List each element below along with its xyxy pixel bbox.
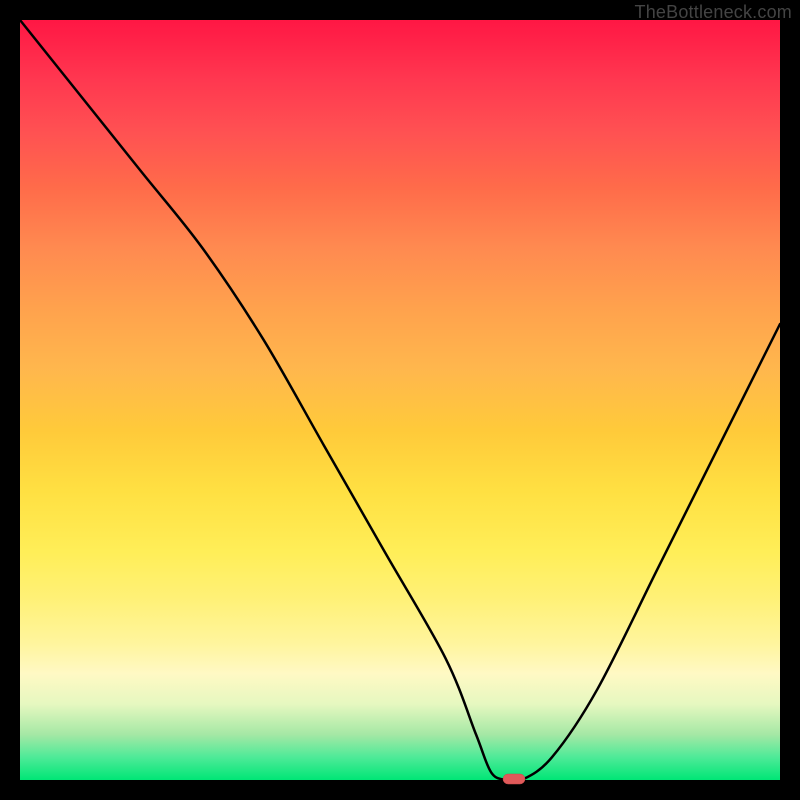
optimal-marker <box>503 774 525 784</box>
bottleneck-curve <box>20 20 780 782</box>
plot-area <box>20 20 780 780</box>
curve-svg <box>20 20 780 780</box>
chart-container: TheBottleneck.com <box>0 0 800 800</box>
watermark: TheBottleneck.com <box>635 2 792 23</box>
